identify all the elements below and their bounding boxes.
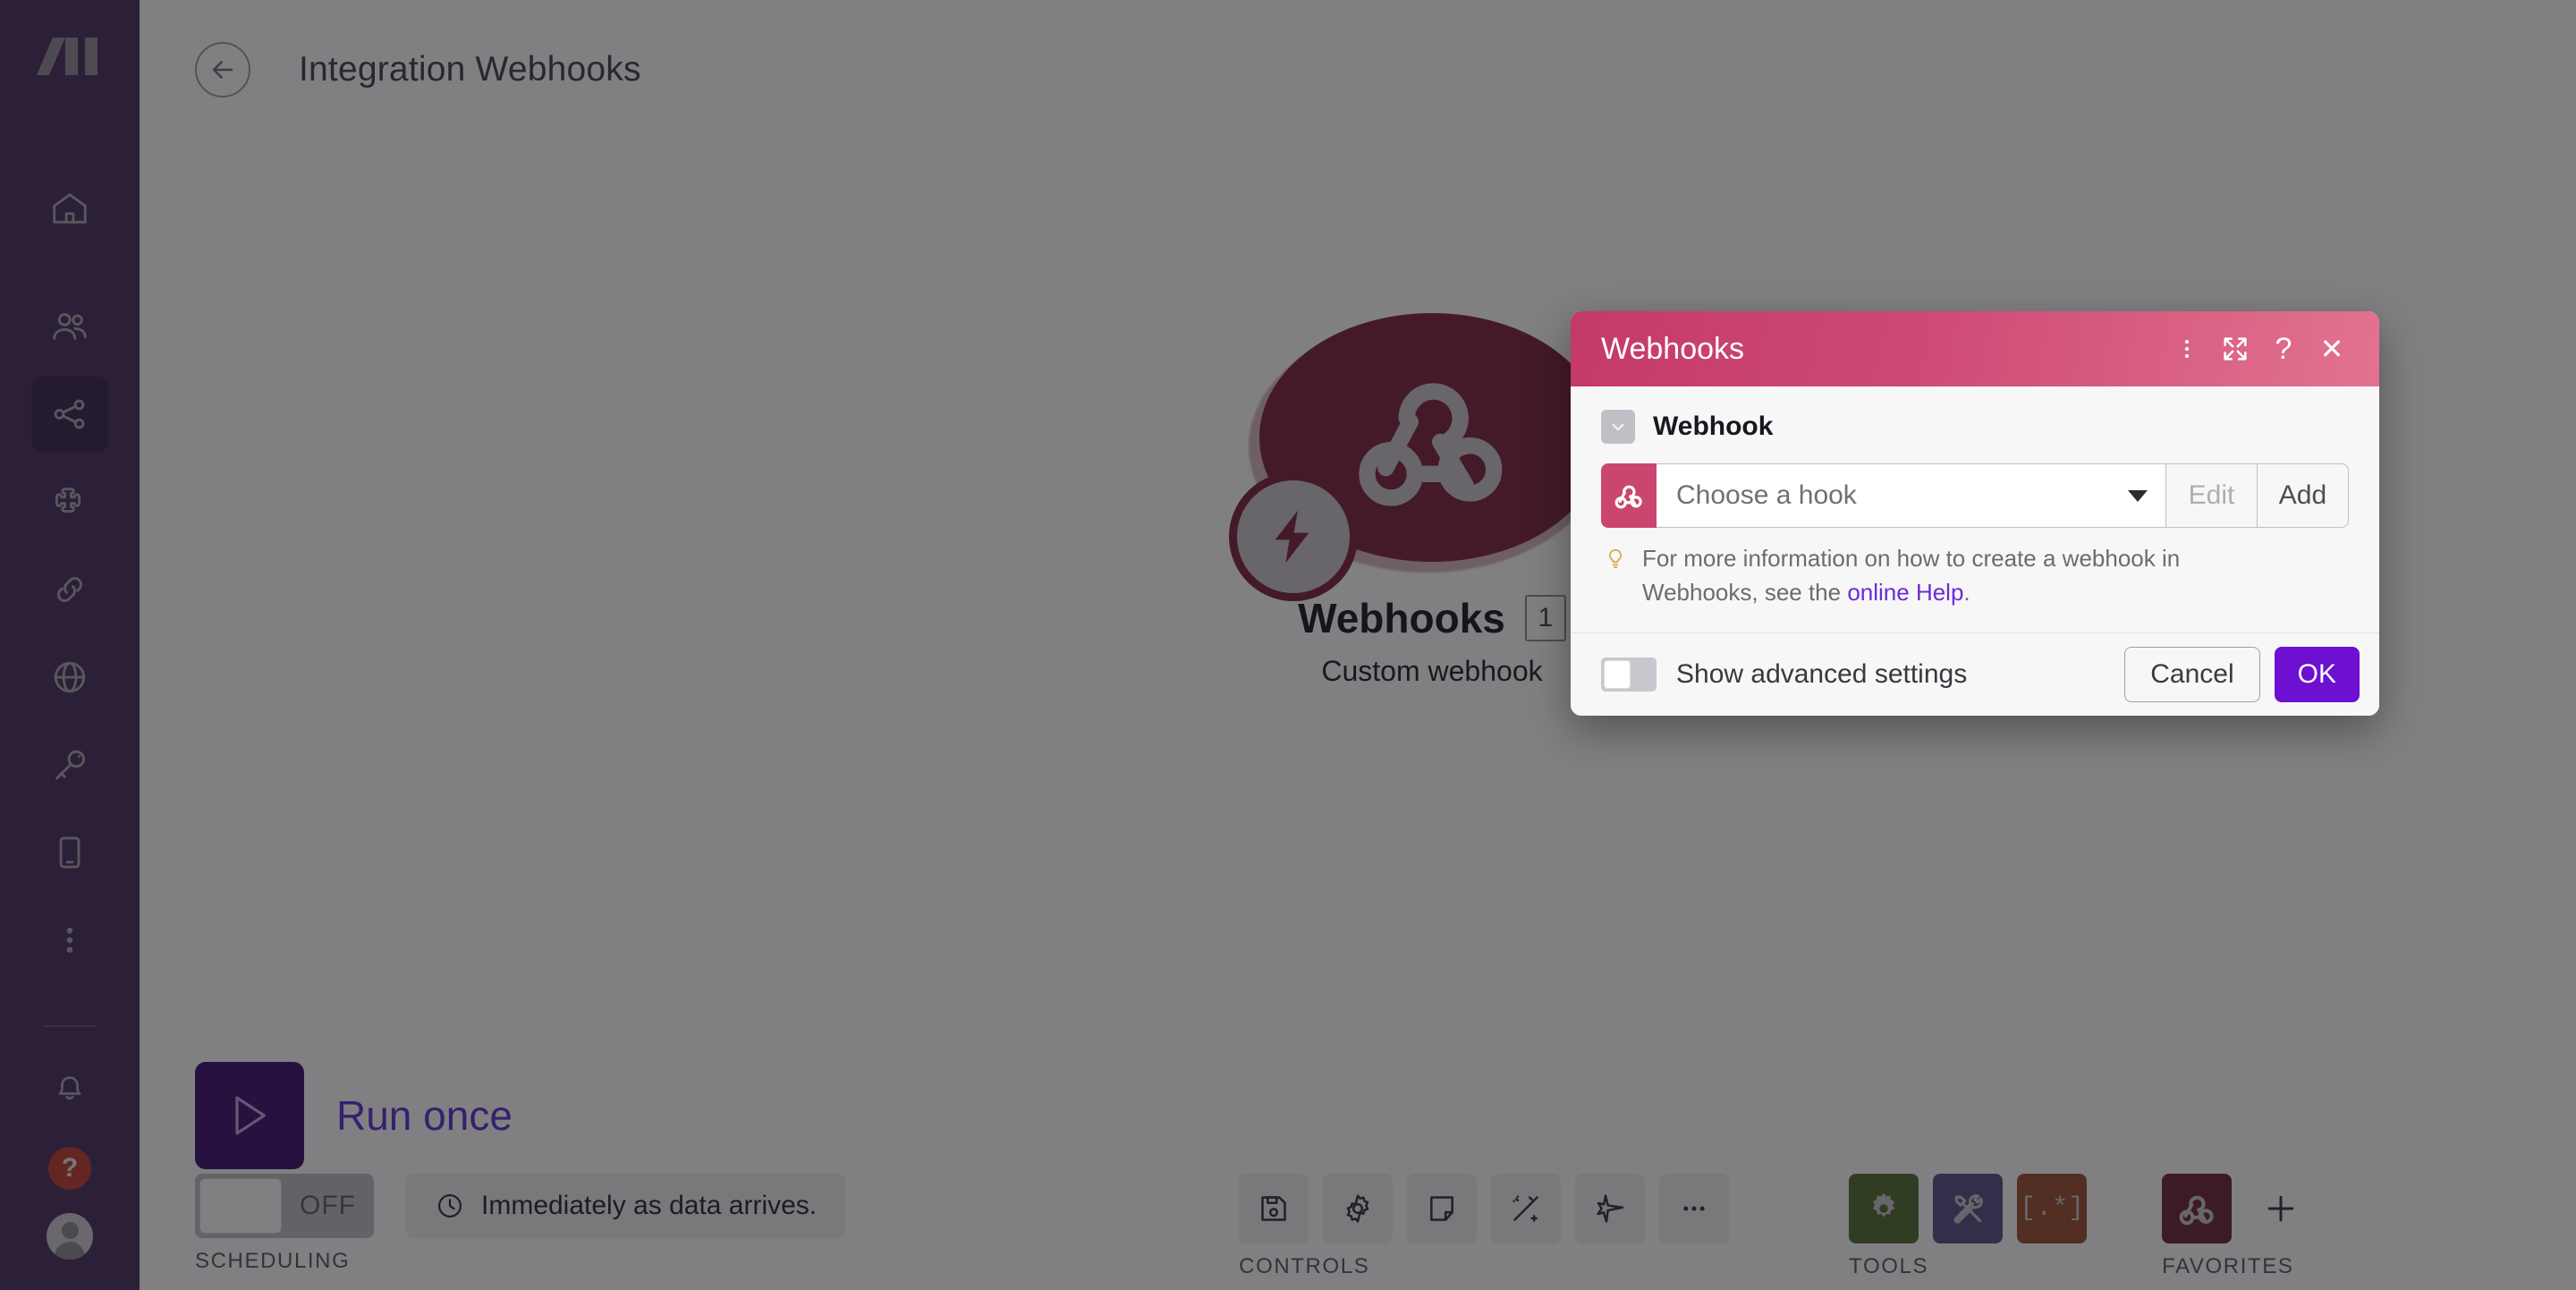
- dialog-close-button[interactable]: ✕: [2308, 325, 2356, 373]
- webhook-section-header: Webhook: [1601, 410, 2349, 444]
- hook-tip-text: For more information on how to create a …: [1642, 542, 2286, 609]
- show-advanced-settings-toggle[interactable]: [1601, 658, 1657, 692]
- dialog-header: Webhooks ? ✕: [1571, 311, 2379, 386]
- vertical-ellipsis-icon: [2184, 339, 2190, 359]
- chevron-down-icon: [1612, 423, 1624, 431]
- webhook-icon: [1614, 485, 1642, 509]
- collapse-section-button[interactable]: [1601, 410, 1635, 444]
- caret-down-icon: [2128, 489, 2148, 502]
- dialog-expand-button[interactable]: [2211, 325, 2259, 373]
- dialog-help-button[interactable]: ?: [2259, 325, 2308, 373]
- cancel-button[interactable]: Cancel: [2124, 647, 2260, 703]
- close-icon: ✕: [2319, 333, 2344, 365]
- dialog-menu-button[interactable]: [2163, 325, 2211, 373]
- question-icon: ?: [2275, 332, 2292, 366]
- hook-select-row: Choose a hook Edit Add: [1601, 463, 2349, 528]
- hook-tip-text-after: .: [1963, 578, 1970, 606]
- hook-badge: [1601, 463, 1657, 528]
- online-help-link[interactable]: online Help: [1847, 579, 1963, 606]
- hook-select[interactable]: Choose a hook: [1657, 463, 2166, 528]
- dialog-body: Webhook Choose a hook Edit Add For more …: [1571, 386, 2379, 634]
- webhook-section-title: Webhook: [1653, 412, 1774, 441]
- hook-select-value: Choose a hook: [1676, 480, 1857, 510]
- advanced-toggle-knob: [1604, 660, 1631, 690]
- expand-icon: [2224, 337, 2247, 361]
- dialog-footer: Show advanced settings Cancel OK: [1571, 633, 2379, 717]
- make-scenario-editor: ? Integration Webhooks: [0, 0, 2576, 1290]
- ok-button[interactable]: OK: [2274, 647, 2360, 703]
- hook-tip: For more information on how to create a …: [1601, 542, 2349, 609]
- add-hook-button[interactable]: Add: [2258, 463, 2349, 528]
- webhooks-dialog: Webhooks ? ✕ Webhook Choose a hook Edit …: [1571, 311, 2379, 717]
- lightbulb-icon: [1603, 542, 1630, 609]
- show-advanced-settings-label: Show advanced settings: [1676, 659, 1968, 690]
- edit-hook-button: Edit: [2166, 463, 2258, 528]
- dialog-title: Webhooks: [1601, 331, 1745, 366]
